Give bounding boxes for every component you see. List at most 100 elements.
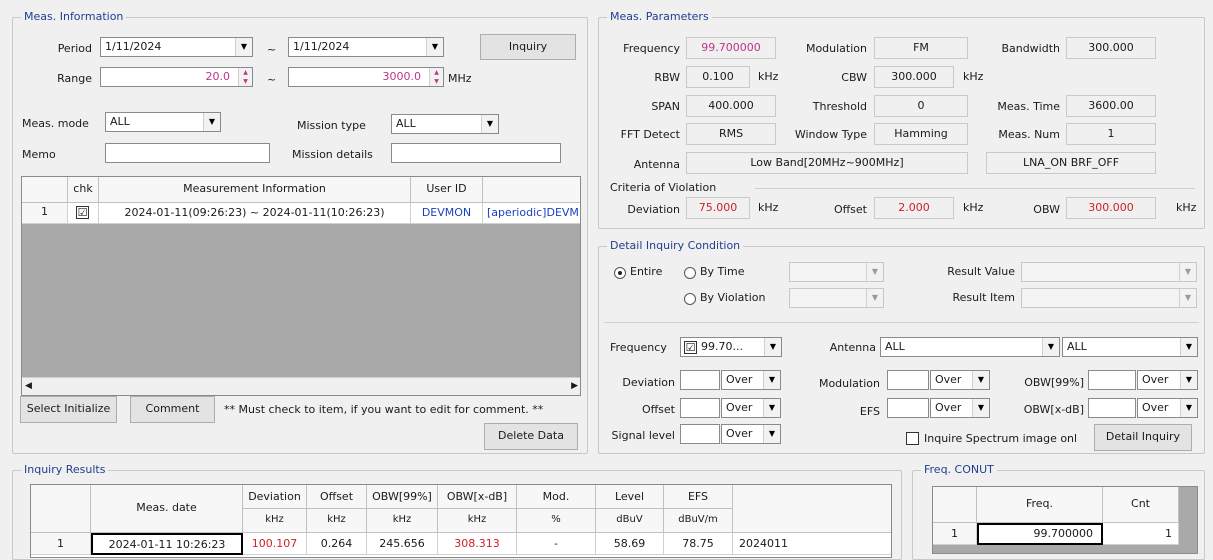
- mission-type-select[interactable]: ALL ▼: [391, 114, 499, 134]
- chevron-down-icon[interactable]: ▼: [1180, 338, 1197, 356]
- over-value: Over: [726, 427, 753, 440]
- detail-obwx-input[interactable]: [1088, 398, 1136, 418]
- detail-frequency-label: Frequency: [610, 341, 667, 354]
- chevron-down-icon[interactable]: ▼: [481, 115, 498, 133]
- detail-inquiry-button[interactable]: Detail Inquiry: [1094, 424, 1192, 451]
- criteria-obw-label: OBW: [1033, 203, 1060, 216]
- chevron-down-icon[interactable]: ▼: [235, 38, 252, 56]
- chevron-down-icon[interactable]: ▼: [763, 425, 780, 443]
- results-unit-obwx: kHz: [438, 509, 517, 533]
- measurement-grid[interactable]: chk Measurement Information User ID 1 ☑ …: [21, 176, 581, 396]
- spin-arrows-icon[interactable]: ▲ ▼: [429, 68, 443, 86]
- mission-type-label: Mission type: [297, 119, 366, 132]
- chevron-down-icon[interactable]: ▼: [426, 38, 443, 56]
- chevron-down-icon[interactable]: ▼: [972, 399, 989, 417]
- chevron-down-icon[interactable]: ▼: [1179, 289, 1196, 307]
- range-to-input[interactable]: 3000.0 ▲ ▼: [288, 67, 444, 87]
- result-row-deviation: 100.107: [243, 533, 307, 555]
- modulation-value: FM: [874, 37, 968, 59]
- antenna-label: Antenna: [633, 158, 680, 171]
- scroll-left-icon[interactable]: ◀: [25, 381, 32, 391]
- detail-signal-level-input[interactable]: [680, 424, 720, 444]
- table-row[interactable]: 1 2024-01-11 10:26:23 100.107 0.264 245.…: [31, 533, 891, 555]
- row-checkbox[interactable]: ☑: [76, 206, 89, 219]
- detail-efs-over-select[interactable]: Over ▼: [930, 398, 990, 418]
- by-time-radio[interactable]: [684, 267, 696, 279]
- detail-signal-level-label: Signal level: [611, 429, 675, 442]
- over-value: Over: [935, 401, 962, 414]
- results-header-extra: [733, 485, 891, 533]
- result-row-offset: 0.264: [307, 533, 367, 555]
- detail-offset-input[interactable]: [680, 398, 720, 418]
- mission-details-input[interactable]: [391, 143, 561, 163]
- detail-obw99-over-select[interactable]: Over ▼: [1137, 370, 1198, 390]
- delete-data-button[interactable]: Delete Data: [484, 423, 578, 450]
- chevron-down-icon[interactable]: ▼: [1180, 371, 1197, 389]
- memo-input[interactable]: [105, 143, 270, 163]
- range-unit: MHz: [448, 72, 472, 85]
- chevron-down-icon[interactable]: ▼: [972, 371, 989, 389]
- results-grid[interactable]: Meas. date Deviation Offset OBW[99%] OBW…: [30, 484, 892, 558]
- tilde-label: ~: [267, 43, 277, 56]
- detail-obw99-input[interactable]: [1088, 370, 1136, 390]
- entire-radio[interactable]: [614, 267, 626, 279]
- entire-label: Entire: [630, 265, 663, 278]
- horizontal-scrollbar[interactable]: ◀ ▶: [22, 377, 580, 395]
- results-header-obw99: OBW[99%]: [367, 485, 438, 509]
- comment-button[interactable]: Comment: [130, 396, 215, 423]
- chevron-down-icon[interactable]: ▼: [764, 338, 781, 356]
- result-row-mod: -: [517, 533, 596, 555]
- chevron-down-icon[interactable]: ▼: [1179, 263, 1196, 281]
- chevron-down-icon[interactable]: ▼: [1180, 399, 1197, 417]
- by-violation-radio[interactable]: [684, 293, 696, 305]
- result-row-number: 1: [31, 533, 91, 555]
- chevron-down-icon[interactable]: ▼: [763, 371, 780, 389]
- over-value: Over: [726, 401, 753, 414]
- table-row[interactable]: 1 99.700000 1: [933, 523, 1179, 545]
- detail-modulation-over-select[interactable]: Over ▼: [930, 370, 990, 390]
- range-from-input[interactable]: 20.0 ▲ ▼: [100, 67, 253, 87]
- select-initialize-button[interactable]: Select Initialize: [20, 396, 117, 423]
- detail-deviation-input[interactable]: [680, 370, 720, 390]
- meas-mode-select[interactable]: ALL ▼: [105, 112, 221, 132]
- detail-deviation-over-select[interactable]: Over ▼: [721, 370, 781, 390]
- by-time-select[interactable]: ▼: [789, 262, 884, 282]
- grid-header-user-id: User ID: [411, 177, 483, 203]
- criteria-offset-value: 2.000: [874, 197, 954, 219]
- detail-obwx-over-select[interactable]: Over ▼: [1137, 398, 1198, 418]
- scroll-right-icon[interactable]: ▶: [571, 381, 578, 391]
- detail-antenna-select[interactable]: ALL ▼: [880, 337, 1060, 357]
- detail-modulation-input[interactable]: [887, 370, 929, 390]
- detail-antenna-select-2[interactable]: ALL ▼: [1062, 337, 1198, 357]
- inquire-spectrum-checkbox[interactable]: [906, 432, 919, 445]
- result-value-select[interactable]: ▼: [1021, 262, 1197, 282]
- by-violation-select[interactable]: ▼: [789, 288, 884, 308]
- results-unit-level: dBuV: [596, 509, 664, 533]
- bandwidth-label: Bandwidth: [1001, 42, 1060, 55]
- results-header-mod: Mod.: [517, 485, 596, 509]
- frequency-checkbox[interactable]: ☑: [684, 341, 697, 354]
- period-to-value: 1/11/2024: [293, 40, 350, 53]
- chevron-down-icon[interactable]: ▼: [866, 263, 883, 281]
- detail-frequency-select[interactable]: ☑ 99.70... ▼: [680, 337, 782, 357]
- inquiry-button[interactable]: Inquiry: [480, 34, 576, 60]
- period-from-select[interactable]: 1/11/2024 ▼: [100, 37, 253, 57]
- result-item-label: Result Item: [952, 291, 1015, 304]
- result-row-obwx: 308.313: [438, 533, 517, 555]
- detail-antenna-value: ALL: [885, 340, 905, 353]
- meas-mode-label: Meas. mode: [22, 117, 89, 130]
- detail-efs-input[interactable]: [887, 398, 929, 418]
- chevron-down-icon[interactable]: ▼: [763, 399, 780, 417]
- result-item-select[interactable]: ▼: [1021, 288, 1197, 308]
- spin-arrows-icon[interactable]: ▲ ▼: [238, 68, 252, 86]
- chevron-down-icon[interactable]: ▼: [1042, 338, 1059, 356]
- detail-antenna-label: Antenna: [829, 341, 876, 354]
- detail-offset-over-select[interactable]: Over ▼: [721, 398, 781, 418]
- chevron-down-icon[interactable]: ▼: [866, 289, 883, 307]
- chevron-down-icon[interactable]: ▼: [203, 113, 220, 131]
- table-row[interactable]: 1 ☑ 2024-01-11(09:26:23) ~ 2024-01-11(10…: [22, 203, 580, 224]
- period-to-select[interactable]: 1/11/2024 ▼: [288, 37, 444, 57]
- freq-count-grid[interactable]: Freq. Cnt 1 99.700000 1: [932, 486, 1198, 554]
- detail-signal-level-over-select[interactable]: Over ▼: [721, 424, 781, 444]
- mission-details-label: Mission details: [292, 148, 373, 161]
